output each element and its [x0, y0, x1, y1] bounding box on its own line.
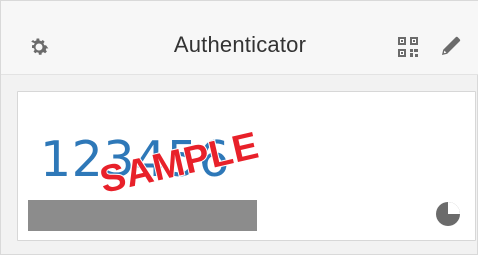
qr-code-icon[interactable] — [397, 36, 419, 58]
header-bar: Authenticator — [1, 1, 478, 75]
authenticator-popup: Authenticator 123456 SAMPLE — [0, 0, 478, 255]
otp-code[interactable]: 123456 — [40, 135, 230, 184]
pencil-icon[interactable] — [440, 35, 462, 57]
redacted-issuer-bar — [28, 200, 257, 231]
countdown-pie-icon — [436, 202, 460, 226]
account-entry[interactable]: 123456 — [17, 91, 476, 241]
